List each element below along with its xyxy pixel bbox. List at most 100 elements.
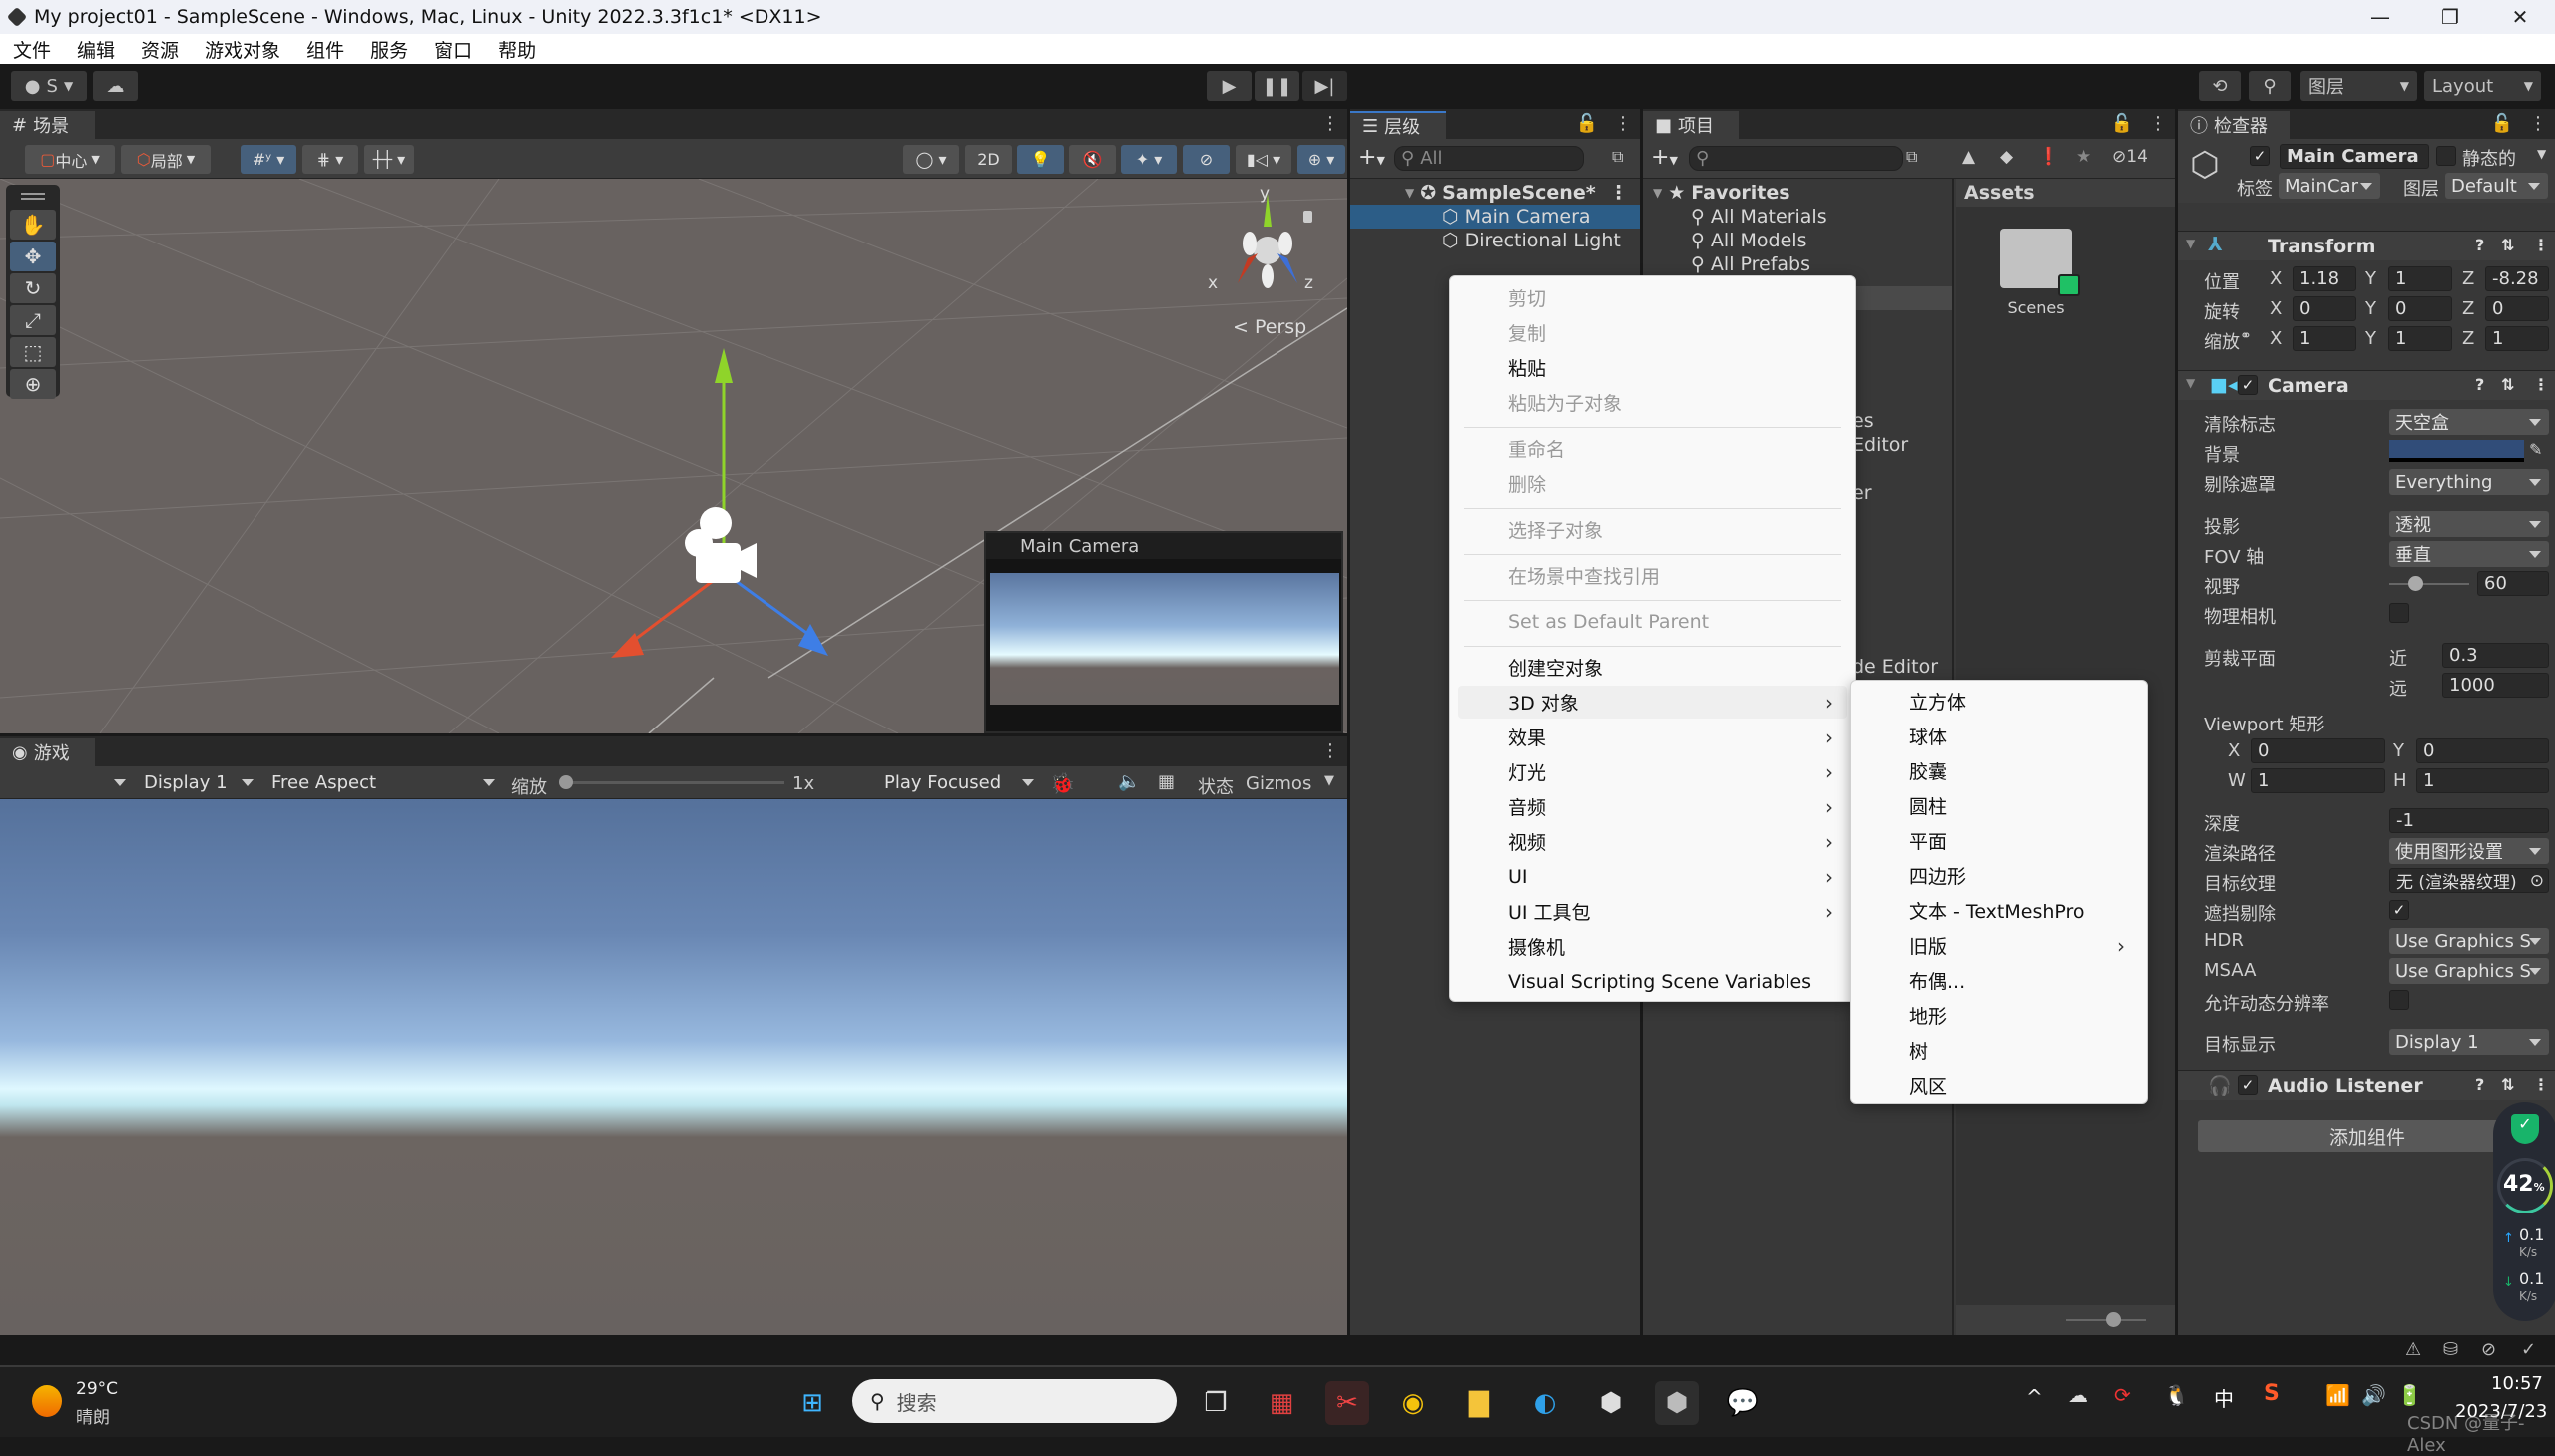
play-button[interactable]: ▶ bbox=[1207, 71, 1252, 101]
scale-y-field[interactable]: 1 bbox=[2388, 326, 2452, 351]
object-picker-icon[interactable]: ⊙ bbox=[2530, 871, 2544, 891]
taskbar-search-box[interactable]: ⚲ 搜索 bbox=[852, 1379, 1177, 1423]
menu-item[interactable]: 在场景中查找引用 bbox=[1458, 559, 1847, 592]
stats-button[interactable]: 状态 bbox=[1198, 773, 1234, 799]
scale-slider[interactable] bbox=[559, 775, 784, 789]
fov-field[interactable]: 60 bbox=[2477, 571, 2549, 596]
menu-item[interactable]: 摄像机 bbox=[1458, 930, 1847, 963]
object-active-checkbox[interactable]: ✓ bbox=[2250, 146, 2270, 166]
menu-item[interactable]: 3D 对象 › bbox=[1458, 686, 1847, 719]
more-options-icon[interactable]: ⋮ bbox=[2149, 113, 2167, 134]
bug-icon[interactable]: 🐞 bbox=[1050, 771, 1075, 795]
camera-header[interactable]: ▼ ■◂ ✓ Camera ? ⇅ ⋮ bbox=[2178, 370, 2555, 400]
more-options-icon[interactable]: ⋮ bbox=[2533, 1075, 2549, 1094]
object-name-field[interactable]: Main Camera bbox=[2280, 144, 2429, 169]
physical-camera-checkbox[interactable] bbox=[2389, 603, 2409, 623]
camera-gizmo-icon[interactable] bbox=[685, 507, 757, 583]
search-mode-icon[interactable]: ⧉ bbox=[1906, 147, 1917, 167]
gizmos-button[interactable]: Gizmos bbox=[1246, 773, 1311, 794]
target-texture-field[interactable]: 无 (渲染器纹理) ⊙ bbox=[2389, 868, 2549, 893]
menu-item[interactable]: 粘贴 bbox=[1458, 351, 1847, 384]
camera-enabled-checkbox[interactable]: ✓ bbox=[2238, 375, 2258, 395]
more-options-icon[interactable]: ⋮ bbox=[1614, 113, 1632, 134]
favorite-item[interactable]: ⚲ All Materials bbox=[1643, 205, 1952, 229]
dynamic-resolution-checkbox[interactable] bbox=[2389, 990, 2409, 1010]
sogou-ime-icon[interactable]: S bbox=[2264, 1381, 2280, 1406]
history-button[interactable]: ⟲ bbox=[2199, 71, 2241, 101]
clear-flags-dropdown[interactable]: 天空盒 bbox=[2389, 409, 2549, 435]
more-options-icon[interactable]: ⋮ bbox=[1609, 182, 1628, 204]
menu-item[interactable]: 删除 bbox=[1458, 467, 1847, 500]
persp-label[interactable]: < Persp bbox=[1233, 316, 1306, 338]
scale-slider-thumb[interactable] bbox=[559, 775, 573, 789]
more-options-icon[interactable]: ⋮ bbox=[1321, 113, 1339, 134]
hierarchy-item[interactable]: ⬡ Directional Light bbox=[1350, 229, 1640, 252]
menu-item[interactable]: 视频 › bbox=[1458, 825, 1847, 858]
tag-dropdown[interactable]: MainCar bbox=[2279, 173, 2380, 199]
lock-icon[interactable] bbox=[1303, 211, 1312, 223]
toggle-2d-button[interactable]: 2D bbox=[965, 145, 1012, 174]
search-button[interactable]: ⚲ bbox=[2249, 71, 2291, 101]
weather-temperature[interactable]: 29°C bbox=[76, 1379, 118, 1399]
rotation-z-field[interactable]: 0 bbox=[2485, 296, 2549, 321]
frame-debug-icon[interactable]: ▦ bbox=[1158, 771, 1175, 792]
favorite-star-icon[interactable]: ★ bbox=[2076, 147, 2091, 167]
favorite-item[interactable]: ⚲ All Models bbox=[1643, 229, 1952, 252]
create-button[interactable]: +▼ bbox=[1358, 145, 1385, 170]
position-z-field[interactable]: -8.28 bbox=[2485, 266, 2549, 291]
background-color-swatch[interactable] bbox=[2389, 440, 2524, 462]
favorite-item[interactable]: ⚲ All Prefabs bbox=[1643, 252, 1952, 276]
menu-item[interactable]: 选择子对象 bbox=[1458, 513, 1847, 546]
help-icon[interactable]: ? bbox=[2475, 375, 2484, 394]
tab-project[interactable]: ■ 项目 bbox=[1643, 111, 1739, 139]
microsoft-store-button[interactable]: ▦ bbox=[1260, 1381, 1303, 1425]
gizmos-chevron-icon[interactable]: ▼ bbox=[1324, 773, 1334, 788]
menu-help[interactable]: 帮助 bbox=[485, 36, 549, 63]
menu-component[interactable]: 组件 bbox=[293, 36, 357, 63]
menu-item[interactable]: 胶囊 bbox=[1859, 754, 2139, 787]
scale-z-field[interactable]: 1 bbox=[2485, 326, 2549, 351]
menu-item[interactable]: 效果 › bbox=[1458, 721, 1847, 753]
menu-item[interactable]: 创建空对象 bbox=[1458, 651, 1847, 684]
game-view-type-dropdown[interactable] bbox=[0, 769, 134, 795]
wechat-button[interactable]: 💬 bbox=[1721, 1381, 1765, 1425]
constrain-proportions-icon[interactable]: ⚭ bbox=[2240, 328, 2252, 344]
viewport-y-field[interactable]: 0 bbox=[2416, 738, 2549, 763]
search-mode-icon[interactable]: ⧉ bbox=[1612, 147, 1623, 167]
draw-mode-dropdown[interactable]: ◯ ▾ bbox=[903, 145, 959, 174]
filter-type-icon[interactable]: ▲ bbox=[1962, 147, 1975, 167]
aspect-dropdown[interactable]: Free Aspect bbox=[265, 769, 503, 795]
add-component-button[interactable]: 添加组件 bbox=[2198, 1120, 2537, 1152]
hierarchy-search-input[interactable]: ⚲ All bbox=[1394, 146, 1584, 171]
transform-header[interactable]: ▼ ⅄ Transform ? ⇅ ⋮ bbox=[2178, 231, 2555, 260]
target-display-dropdown[interactable]: Display 1 bbox=[2389, 1029, 2549, 1055]
weather-sun-icon[interactable] bbox=[32, 1385, 62, 1417]
viewport-x-field[interactable]: 0 bbox=[2251, 738, 2385, 763]
assets-breadcrumb[interactable]: Assets bbox=[1956, 179, 2175, 207]
rect-tool[interactable]: ⬚ bbox=[10, 337, 56, 367]
static-checkbox[interactable] bbox=[2436, 146, 2456, 166]
menu-item[interactable]: 布偶... bbox=[1859, 964, 2139, 997]
maximize-button[interactable]: ❐ bbox=[2415, 0, 2485, 34]
hand-tool[interactable]: ✋ bbox=[10, 210, 56, 240]
tree-item-partial[interactable]: Editor bbox=[1852, 434, 1908, 456]
rotation-y-field[interactable]: 0 bbox=[2388, 296, 2452, 321]
presets-icon[interactable]: ⇅ bbox=[2501, 236, 2514, 254]
pivot-center-toggle[interactable]: ▢ 中心 ▼ bbox=[25, 145, 115, 174]
unity-editor-button[interactable]: ⬢ bbox=[1655, 1381, 1699, 1425]
msaa-dropdown[interactable]: Use Graphics S bbox=[2389, 958, 2549, 984]
far-clip-field[interactable]: 1000 bbox=[2442, 673, 2549, 698]
x-axis-handle[interactable] bbox=[623, 576, 718, 650]
occlusion-culling-checkbox[interactable]: ✓ bbox=[2389, 900, 2409, 920]
depth-field[interactable]: -1 bbox=[2389, 808, 2549, 833]
pivot-space-toggle[interactable]: ⬡ 局部 ▼ bbox=[121, 145, 211, 174]
menu-item[interactable]: 四边形 bbox=[1859, 859, 2139, 892]
menu-item[interactable]: 重命名 bbox=[1458, 432, 1847, 465]
lighting-toggle[interactable]: 💡 bbox=[1017, 145, 1064, 174]
menu-item[interactable]: 立方体 bbox=[1859, 685, 2139, 718]
menu-services[interactable]: 服务 bbox=[357, 36, 421, 63]
orientation-gizmo[interactable] bbox=[1238, 194, 1297, 288]
menu-item[interactable]: UI › bbox=[1458, 860, 1847, 893]
wifi-icon[interactable]: 📶 bbox=[2325, 1383, 2350, 1407]
fov-slider[interactable] bbox=[2389, 576, 2469, 591]
